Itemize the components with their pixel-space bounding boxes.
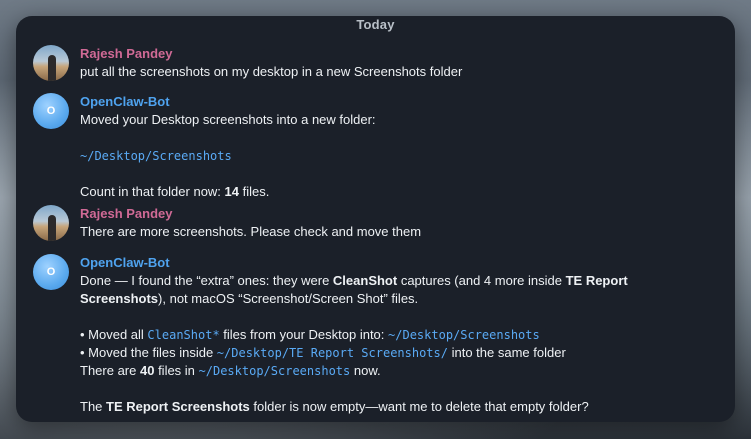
text-span: Done — I found the “extra” ones: they we… — [80, 273, 333, 288]
text-span: into the same folder — [447, 345, 566, 360]
sender-name[interactable]: Rajesh Pandey — [80, 45, 700, 63]
count-suffix: files. — [239, 184, 270, 199]
message-text: put all the screenshots on my desktop in… — [80, 64, 463, 79]
bold-span: Screenshots — [80, 291, 159, 306]
code-span: ~/Desktop/Screenshots — [198, 364, 351, 378]
bot-avatar[interactable]: O — [33, 93, 69, 129]
sender-name[interactable]: OpenClaw-Bot — [80, 254, 700, 272]
bold-span: CleanShot — [332, 273, 398, 288]
text-span: • Moved the files inside — [80, 345, 217, 360]
message-line: Moved your Desktop screenshots into a ne… — [80, 112, 376, 127]
text-span: The — [80, 399, 107, 414]
text-span: • Moved all — [80, 327, 148, 342]
date-header: Today — [356, 17, 395, 32]
message-text: Moved your Desktop screenshots into a ne… — [80, 111, 700, 201]
chat-panel: Rajesh Pandey put all the screenshots on… — [16, 16, 735, 422]
bot-avatar[interactable]: O — [33, 254, 69, 290]
bold-span: TE Report — [565, 273, 628, 288]
text-span: captures (and 4 more inside — [397, 273, 566, 288]
sender-name[interactable]: OpenClaw-Bot — [80, 93, 700, 111]
text-span: ), not macOS “Screenshot/Screen Shot” fi… — [158, 291, 419, 306]
count-prefix: Count in that folder now: — [80, 184, 225, 199]
folder-path-code: ~/Desktop/Screenshots — [80, 149, 232, 163]
bold-span: TE Report Screenshots — [106, 399, 250, 414]
code-span: ~/Desktop/Screenshots — [388, 328, 540, 342]
bold-span: 40 — [139, 363, 155, 378]
text-span: There are — [80, 363, 140, 378]
text-span: folder is now empty—want me to delete th… — [249, 399, 589, 414]
code-span: ~/Desktop/TE Report Screenshots/ — [216, 346, 448, 360]
message-text: There are more screenshots. Please check… — [80, 224, 422, 239]
user-avatar[interactable] — [33, 205, 69, 241]
code-span: CleanShot* — [147, 328, 220, 342]
user-avatar[interactable] — [33, 45, 69, 81]
text-span: files from your Desktop into: — [219, 327, 389, 342]
sender-name[interactable]: Rajesh Pandey — [80, 205, 700, 223]
file-count: 14 — [224, 184, 239, 199]
message-text: Done — I found the “extra” ones: they we… — [80, 272, 700, 416]
text-span: files in — [154, 363, 199, 378]
text-span: now. — [350, 363, 381, 378]
